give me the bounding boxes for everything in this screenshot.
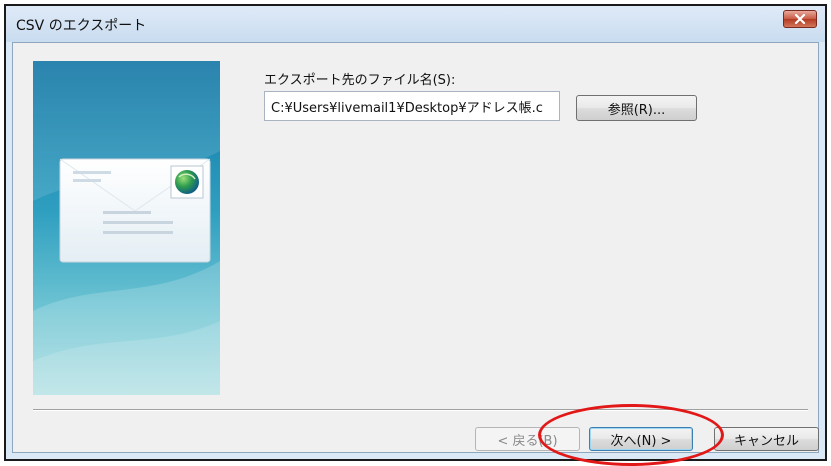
- cancel-button-label: キャンセル: [733, 433, 799, 449]
- close-button[interactable]: [783, 10, 817, 28]
- footer-divider: [33, 409, 808, 411]
- export-filename-label: エクスポート先のファイル名(S):: [264, 69, 455, 88]
- globe-icon: [170, 165, 204, 199]
- browse-button-label: 参照(R)...: [607, 102, 666, 118]
- browse-button[interactable]: 参照(R)...: [576, 95, 697, 121]
- cancel-button[interactable]: キャンセル: [714, 427, 819, 451]
- next-button-label: 次へ(N) >: [610, 433, 672, 449]
- title-bar[interactable]: CSV のエクスポート: [6, 6, 825, 42]
- back-button-label: < 戻る(B): [497, 433, 558, 449]
- back-button[interactable]: < 戻る(B): [475, 427, 580, 451]
- csv-export-dialog: CSV のエクスポート エクスポート先のファイル名(S): C:¥Users¥l…: [4, 4, 827, 461]
- export-path-input[interactable]: [264, 91, 560, 121]
- window-title: CSV のエクスポート: [16, 18, 147, 34]
- next-button[interactable]: 次へ(N) >: [589, 427, 693, 451]
- wizard-illustration: [33, 61, 220, 395]
- wizard-side-image: [33, 61, 220, 395]
- close-icon: [794, 14, 806, 24]
- dialog-body: エクスポート先のファイル名(S): 参照(R)... < 戻る(B) 次へ(N)…: [12, 42, 819, 453]
- export-filename-label-text: エクスポート先のファイル名(S):: [264, 73, 456, 88]
